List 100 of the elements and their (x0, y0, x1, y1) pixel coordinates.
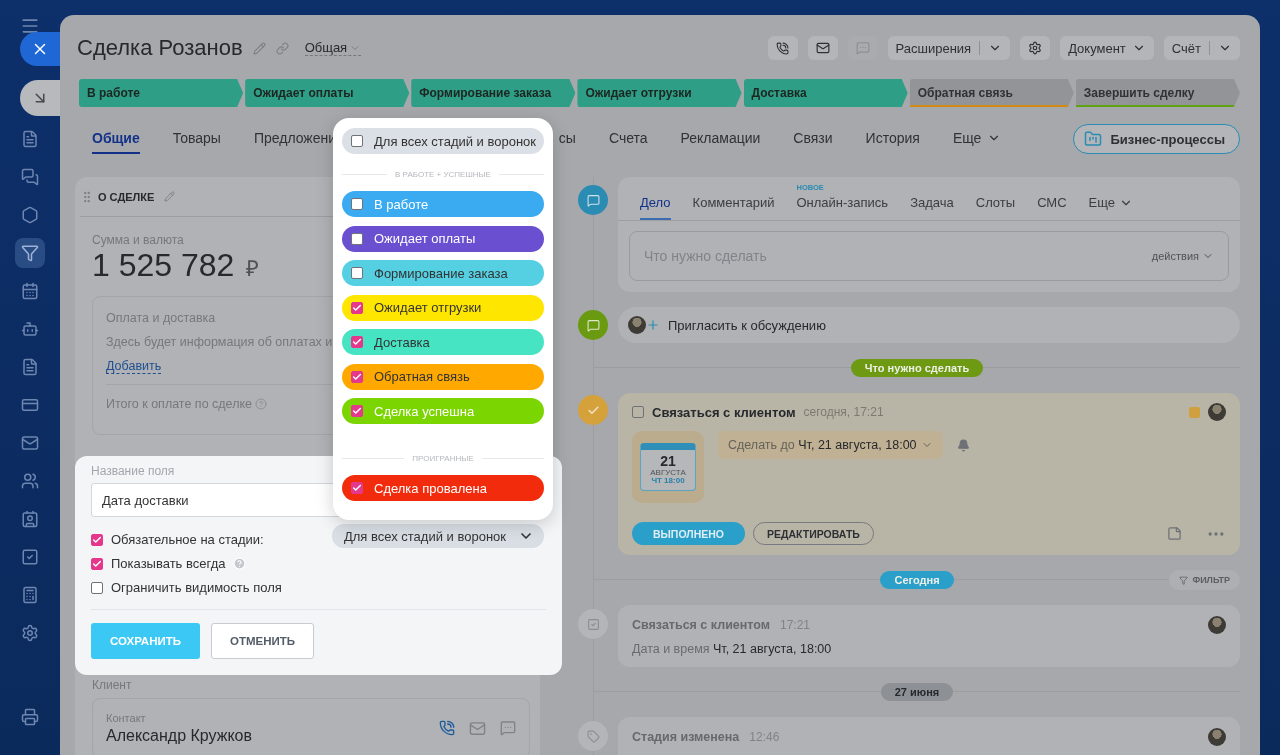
group-title: ПРОИГРАННЫЕ (412, 454, 474, 463)
stage-option[interactable]: Доставка (342, 329, 544, 355)
check-icon (352, 406, 362, 416)
contact-icon (21, 510, 39, 528)
stage-step[interactable]: Формирование заказа (411, 79, 576, 107)
deadline-dropdown[interactable]: Сделать до Чт, 21 августа, 18:00 (718, 431, 943, 459)
stage-step[interactable]: Ожидает отгрузки (577, 79, 742, 107)
checkbox[interactable] (351, 198, 363, 210)
comment-icon (586, 193, 600, 207)
event-title: Связаться с клиентом (632, 618, 770, 632)
chat-icon (21, 168, 39, 186)
actions-dropdown[interactable]: действия (1151, 250, 1214, 262)
field-label: Название поля (91, 464, 175, 478)
window-title: Сделка Розанов (77, 35, 243, 61)
category-dropdown[interactable]: Общая (304, 40, 362, 56)
avatar (628, 316, 646, 334)
checkbox[interactable] (351, 336, 363, 348)
checkbox[interactable] (351, 135, 363, 147)
avatar (1208, 403, 1226, 421)
calendar-day: 21 (660, 454, 676, 469)
printer-icon[interactable] (21, 708, 39, 726)
add-link[interactable]: Добавить (106, 359, 162, 374)
activity-tab[interactable]: СМС (1037, 195, 1067, 220)
checkbox[interactable] (632, 406, 644, 418)
stage-step[interactable]: Завершить сделку (1075, 79, 1240, 107)
tab[interactable]: Товары (172, 124, 221, 154)
menu-icon[interactable] (20, 16, 40, 36)
stage-option[interactable]: Ожидает отгрузки (342, 294, 544, 321)
settings-button[interactable] (1020, 36, 1051, 60)
activity-tab[interactable]: Еще (1088, 195, 1134, 220)
activity-tab[interactable]: Задача (910, 195, 954, 220)
tab[interactable]: сы (558, 124, 576, 154)
close-button[interactable] (20, 32, 60, 66)
cancel-button[interactable]: ОТМЕНИТЬ (211, 623, 314, 659)
invite-bar[interactable]: Пригласить к обсуждению (618, 307, 1240, 343)
avatar (1208, 616, 1226, 634)
activity-tab[interactable]: Дело (640, 195, 671, 220)
mail-icon (815, 41, 830, 55)
checkbox[interactable] (351, 370, 363, 383)
checkbox[interactable] (351, 267, 363, 279)
checkbox[interactable] (91, 581, 103, 594)
stage-option[interactable]: Обратная связь (342, 363, 544, 390)
header-button[interactable]: Документ (1060, 36, 1154, 60)
phone-button[interactable] (767, 36, 798, 60)
tab[interactable]: Счета (608, 124, 648, 154)
option-label: Ограничить видимость поля (111, 580, 282, 595)
stage-option[interactable]: Сделка провалена (342, 475, 544, 501)
sidebar-item[interactable] (15, 238, 45, 268)
collapse-button[interactable] (20, 80, 60, 116)
tab[interactable]: История (865, 124, 920, 154)
header-button[interactable]: Расширения (887, 36, 1011, 60)
contact-name: Александр Кружков (106, 726, 252, 745)
filter-button[interactable]: ФИЛЬТР (1169, 570, 1240, 590)
phone-icon[interactable] (439, 720, 455, 736)
stage-option[interactable]: Формирование заказа (342, 260, 544, 286)
tab[interactable]: Предложени (253, 124, 337, 154)
activity-tab[interactable]: Слоты (975, 195, 1016, 220)
activity-tab[interactable]: Комментарий (692, 195, 775, 220)
tab[interactable]: Рекламации (680, 124, 761, 154)
tab[interactable]: Общие (92, 124, 140, 154)
note-icon[interactable] (1167, 526, 1182, 541)
check-icon (352, 302, 362, 313)
menu-item[interactable]: Для всех стадий и воронок (342, 128, 544, 154)
tag-icon (586, 729, 600, 743)
document-icon (21, 358, 39, 376)
date-separator: Сегодня (880, 571, 954, 589)
header-button[interactable]: Счёт (1163, 36, 1240, 60)
calculator-icon (21, 586, 39, 604)
document-icon (21, 130, 39, 148)
check-icon (586, 617, 600, 631)
checkbox[interactable] (91, 557, 103, 570)
checkbox[interactable] (351, 482, 363, 494)
stage-step[interactable]: В работе (79, 79, 244, 107)
checkbox[interactable] (91, 533, 103, 546)
filter-icon (1179, 575, 1189, 585)
stage-step[interactable]: Ожидает оплаты (245, 79, 410, 107)
tab[interactable]: Связи (793, 124, 833, 154)
stage-step[interactable]: Обратная связь (909, 79, 1074, 107)
settings-icon (21, 624, 39, 642)
group-title: В РАБОТЕ + УСПЕШНЫЕ (395, 170, 491, 179)
stage-option[interactable]: Ожидает оплаты (342, 225, 544, 252)
flag-icon (1189, 406, 1200, 418)
date-separator: Что нужно сделать (850, 359, 984, 377)
stage-select[interactable]: Для всех стадий и воронок (331, 524, 544, 548)
field-label: Клиент (92, 678, 132, 692)
bell-icon[interactable] (956, 439, 970, 452)
card-title: О СДЕЛКЕ (98, 190, 155, 203)
date-separator: 27 июня (880, 683, 954, 701)
checkbox[interactable] (351, 301, 363, 314)
stage-step[interactable]: Доставка (743, 79, 908, 107)
amount-value: 1 525 782 (92, 247, 235, 284)
calendar-month: АВГУСТА (650, 468, 686, 478)
checkbox[interactable] (351, 232, 363, 245)
mail-button[interactable] (807, 36, 838, 60)
funnel-icon (21, 244, 39, 262)
business-process-button[interactable]: Бизнес-процессы (1073, 124, 1240, 154)
total-label: Итого к оплате по сделке (106, 397, 252, 411)
tab[interactable]: Еще (952, 124, 1002, 154)
check-icon (352, 371, 362, 382)
checkbox[interactable] (351, 405, 363, 417)
